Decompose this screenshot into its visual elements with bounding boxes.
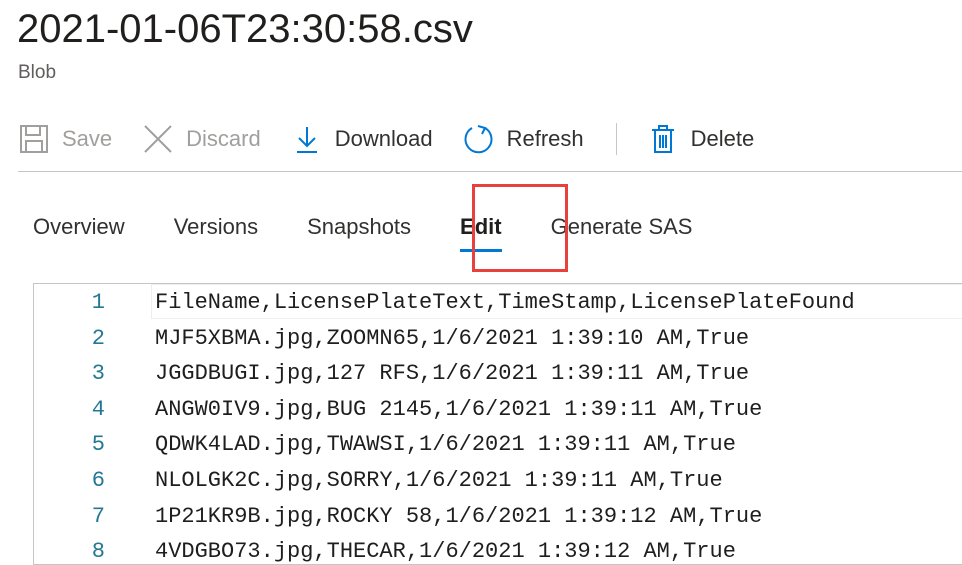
line-number: 6 <box>91 467 105 493</box>
save-button[interactable]: Save <box>18 115 112 163</box>
editor-line: 5 QDWK4LAD.jpg,TWAWSI,1/6/2021 1:39:11 A… <box>34 426 736 462</box>
tab-bar: Overview Versions Snapshots Edit Generat… <box>33 205 741 252</box>
code-editor[interactable]: 1 FileName,LicensePlateText,TimeStamp,Li… <box>33 283 962 565</box>
close-icon <box>142 123 174 155</box>
refresh-button[interactable]: Refresh <box>463 115 584 163</box>
toolbar-divider-line <box>18 171 962 172</box>
editor-line: 8 4VDGBO73.jpg,THECAR,1/6/2021 1:39:12 A… <box>34 533 736 564</box>
save-label: Save <box>62 126 113 151</box>
editor-line: 3 JGGDBUGI.jpg,127 RFS,1/6/2021 1:39:11 … <box>34 355 749 391</box>
editor-line: 6 NLOLGK2C.jpg,SORRY,1/6/2021 1:39:11 AM… <box>34 462 723 498</box>
editor-line: 4 ANGW0IV9.jpg,BUG 2145,1/6/2021 1:39:11… <box>34 391 763 427</box>
tab-overview[interactable]: Overview <box>33 205 125 249</box>
command-bar: Save Discard Download Refresh Delete <box>18 115 784 163</box>
delete-button[interactable]: Delete <box>647 115 755 163</box>
delete-label: Delete <box>690 126 755 151</box>
line-text[interactable]: ANGW0IV9.jpg,BUG 2145,1/6/2021 1:39:11 A… <box>155 397 762 422</box>
trash-icon <box>647 123 679 155</box>
line-number: 2 <box>91 325 105 351</box>
line-text[interactable]: NLOLGK2C.jpg,SORRY,1/6/2021 1:39:11 AM,T… <box>155 468 723 493</box>
line-text[interactable]: MJF5XBMA.jpg,ZOOMN65,1/6/2021 1:39:10 AM… <box>155 326 749 351</box>
line-text[interactable]: JGGDBUGI.jpg,127 RFS,1/6/2021 1:39:11 AM… <box>155 361 749 386</box>
line-number: 5 <box>91 431 105 457</box>
tab-versions[interactable]: Versions <box>174 205 258 249</box>
discard-label: Discard <box>186 126 261 151</box>
line-number: 1 <box>91 289 105 315</box>
refresh-label: Refresh <box>506 126 584 151</box>
editor-line: 2 MJF5XBMA.jpg,ZOOMN65,1/6/2021 1:39:10 … <box>34 320 749 356</box>
highlight-box <box>472 184 568 272</box>
discard-button[interactable]: Discard <box>142 115 261 163</box>
line-number: 3 <box>91 360 105 386</box>
tab-generate-sas[interactable]: Generate SAS <box>551 205 693 249</box>
line-number: 8 <box>91 538 105 564</box>
editor-line: 1 FileName,LicensePlateText,TimeStamp,Li… <box>34 284 855 320</box>
page-subtitle: Blob <box>18 62 57 83</box>
line-number: 4 <box>91 396 105 422</box>
refresh-icon <box>463 123 495 155</box>
line-text[interactable]: 4VDGBO73.jpg,THECAR,1/6/2021 1:39:12 AM,… <box>155 539 736 564</box>
download-button[interactable]: Download <box>291 115 433 163</box>
line-text[interactable]: FileName,LicensePlateText,TimeStamp,Lice… <box>155 290 855 315</box>
line-text[interactable]: QDWK4LAD.jpg,TWAWSI,1/6/2021 1:39:11 AM,… <box>155 432 736 457</box>
page-title: 2021-01-06T23:30:58.csv <box>17 7 473 51</box>
editor-line: 7 1P21KR9B.jpg,ROCKY 58,1/6/2021 1:39:12… <box>34 498 763 534</box>
tab-snapshots[interactable]: Snapshots <box>307 205 411 249</box>
line-number: 7 <box>91 503 105 529</box>
save-icon <box>18 123 50 155</box>
toolbar-divider <box>615 123 617 155</box>
line-text[interactable]: 1P21KR9B.jpg,ROCKY 58,1/6/2021 1:39:12 A… <box>155 504 762 529</box>
download-icon <box>291 123 323 155</box>
download-label: Download <box>334 126 433 151</box>
